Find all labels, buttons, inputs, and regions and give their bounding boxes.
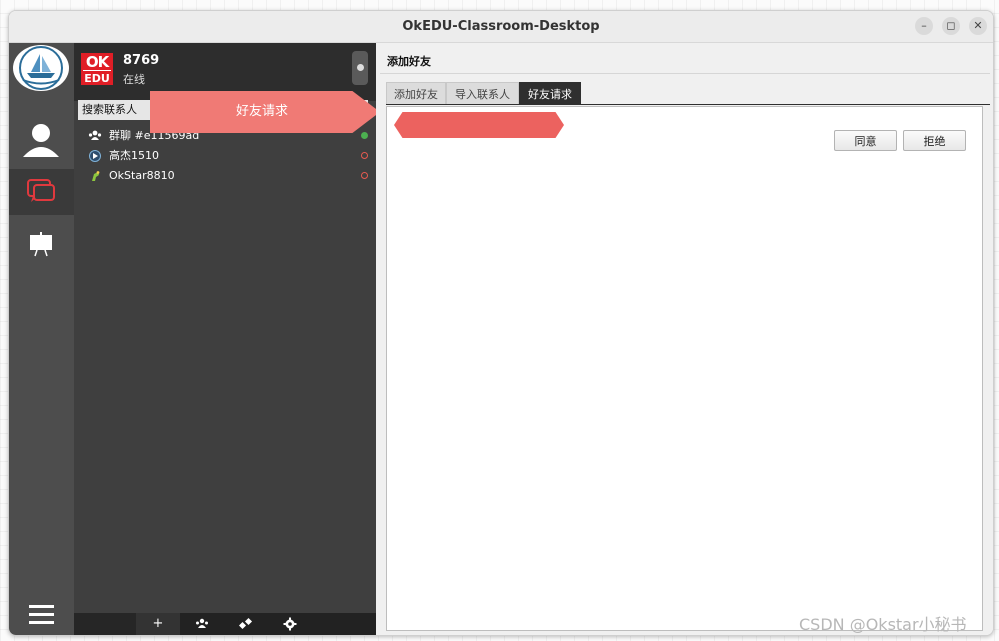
contact-item[interactable]: 高杰1510 [88, 146, 370, 166]
status-dot-icon [357, 64, 364, 71]
person-icon [23, 124, 59, 157]
offline-status-icon [361, 152, 368, 159]
chat-bubble-icon [27, 179, 55, 202]
annotation-arrow: 好友请求 [150, 91, 380, 133]
add-button[interactable]: + [136, 613, 180, 635]
main-menu-button[interactable] [9, 595, 74, 635]
group-icon [196, 618, 208, 628]
window-title: OkEDU-Classroom-Desktop [402, 19, 600, 34]
maximize-button[interactable]: ◻ [942, 17, 960, 35]
online-status-icon [361, 132, 368, 139]
close-button[interactable]: ✕ [969, 17, 987, 35]
contacts-panel: OK EDU 8769 在线 搜索联系人 群聊 #e11569ad 高杰1510 [74, 43, 380, 635]
app-window: OkEDU-Classroom-Desktop – ◻ ✕ OK EDU 876… [8, 10, 994, 636]
toolbar-spacer [74, 613, 136, 635]
nav-messages-button[interactable] [9, 169, 74, 215]
nav-profile-button[interactable] [9, 115, 74, 161]
app-logo [13, 45, 69, 91]
avatar-icon [92, 171, 100, 181]
settings-button[interactable] [268, 613, 312, 635]
create-group-button[interactable] [180, 613, 224, 635]
panel-title: 添加好友 [387, 55, 431, 68]
hamburger-menu-icon [29, 605, 54, 624]
tab-underline [386, 104, 990, 105]
reject-button[interactable]: 拒绝 [903, 130, 966, 151]
user-name: 8769 [123, 53, 160, 68]
title-bar: OkEDU-Classroom-Desktop – ◻ ✕ [9, 11, 993, 43]
user-status: 在线 [123, 73, 145, 86]
watermark-text: CSDN @Okstar小秘书 [799, 615, 967, 634]
okedu-logo: OK EDU [81, 53, 113, 85]
connections-button[interactable] [224, 613, 268, 635]
add-friend-panel: 添加好友 添加好友 导入联系人 好友请求 同意 拒绝 [376, 43, 993, 635]
okedu-logo-line1: OK [85, 53, 109, 71]
status-toggle-button[interactable] [352, 51, 368, 85]
contact-name: 高杰1510 [109, 149, 159, 162]
navigation-sidebar [9, 43, 74, 635]
contact-name: OkStar8810 [109, 169, 175, 182]
bottom-toolbar: + [74, 613, 376, 635]
whiteboard-icon [30, 232, 52, 257]
avatar-icon [89, 150, 101, 162]
redacted-requester-name [394, 112, 564, 138]
group-icon [88, 130, 102, 140]
minimize-button[interactable]: – [915, 17, 933, 35]
tab-add-friend[interactable]: 添加好友 [386, 82, 446, 105]
accept-button[interactable]: 同意 [834, 130, 897, 151]
tab-import-contacts[interactable]: 导入联系人 [446, 82, 519, 105]
link-icon [238, 617, 253, 630]
nav-classroom-button[interactable] [9, 223, 74, 269]
okedu-logo-line2: EDU [83, 70, 111, 85]
gear-icon [283, 617, 297, 631]
offline-status-icon [361, 172, 368, 179]
contact-item[interactable]: OkStar8810 [88, 166, 370, 186]
title-divider [380, 73, 990, 74]
friend-requests-list: 同意 拒绝 [386, 106, 983, 631]
tab-friend-requests[interactable]: 好友请求 [519, 82, 581, 105]
